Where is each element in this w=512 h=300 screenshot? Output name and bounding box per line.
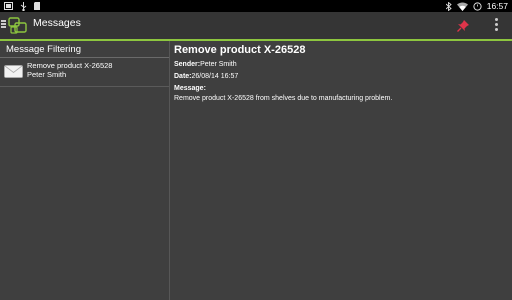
wifi-icon	[456, 2, 468, 11]
list-item-subject: Remove product X-26528	[27, 61, 113, 70]
sender-value: Peter Smith	[200, 61, 237, 68]
pin-icon[interactable]	[456, 19, 470, 33]
clock-text: 16:57	[486, 1, 508, 11]
date-label: Date:	[174, 73, 192, 80]
app-title: Messages	[33, 17, 81, 29]
drawer-indicator-icon[interactable]	[1, 20, 6, 30]
envelope-icon	[4, 65, 23, 78]
message-label-row: Message:	[174, 85, 206, 92]
message-title: Remove product X-26528	[174, 44, 306, 56]
message-list-pane: Message Filtering Remove product X-26528…	[0, 41, 170, 300]
status-bar: 16:57	[0, 0, 512, 12]
sd-card-icon	[34, 2, 40, 10]
sender-label: Sender:	[174, 61, 201, 68]
date-row: Date:26/08/14 16:57	[174, 73, 238, 80]
usb-icon	[20, 1, 27, 11]
list-item-sender: Peter Smith	[27, 70, 67, 79]
overflow-menu-icon[interactable]	[492, 18, 500, 34]
bluetooth-icon	[445, 1, 452, 11]
status-left-icons	[4, 0, 40, 12]
message-label: Message:	[174, 85, 206, 92]
list-item[interactable]: Remove product X-26528 Peter Smith	[0, 58, 169, 87]
list-header: Message Filtering	[6, 44, 81, 55]
message-body: Remove product X-26528 from shelves due …	[174, 95, 393, 102]
date-value: 26/08/14 16:57	[191, 73, 239, 80]
alarm-icon	[473, 1, 482, 11]
screenshot-icon	[4, 2, 13, 10]
app-logo-icon[interactable]	[7, 16, 29, 36]
sender-row: Sender:Peter Smith	[174, 61, 237, 68]
status-right-icons: 16:57	[445, 0, 508, 12]
action-bar: Messages	[0, 12, 512, 41]
message-detail-pane: Remove product X-26528 Sender:Peter Smit…	[170, 41, 512, 300]
